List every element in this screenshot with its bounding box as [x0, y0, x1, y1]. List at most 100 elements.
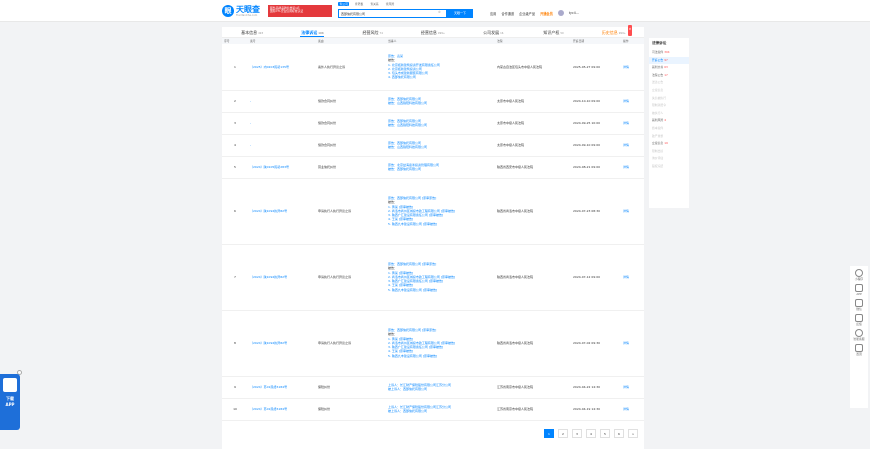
party-line[interactable]: 被告：山西锦阳科技有限公司	[388, 101, 493, 105]
party-line[interactable]: 5. 陕西九丰建设有限公司 [原审被告]	[388, 288, 493, 292]
nav-apps[interactable]: 应用	[490, 11, 496, 16]
sidenav-item[interactable]: 法院公告17	[649, 72, 689, 80]
case-number[interactable]: （2024）陕0105民初283号	[248, 156, 316, 179]
case-number[interactable]: -	[248, 134, 316, 157]
app-button[interactable]: APP	[855, 284, 863, 296]
sidenav-item[interactable]: 失信被执行	[649, 95, 689, 103]
sidenav-item[interactable]: 限制出境	[649, 148, 689, 156]
tab-business-info[interactable]: 经营信息999+	[403, 27, 463, 37]
case-number[interactable]: （2025）内0203民初135号	[248, 44, 316, 91]
sidenav-item[interactable]: 终本案件	[649, 125, 689, 133]
case-cause: 案外人执行异议之诉	[316, 44, 386, 91]
court-name: 太原市中级人民法院	[495, 90, 571, 113]
detail-link[interactable]: 详情	[621, 244, 644, 311]
case-number[interactable]: -	[248, 90, 316, 113]
detail-link[interactable]: 详情	[621, 134, 644, 157]
detail-link[interactable]: 详情	[621, 398, 644, 421]
party-line[interactable]: 被告：山西锦阳科技有限公司	[388, 123, 493, 127]
search-tab-boss[interactable]: 查老板	[353, 2, 364, 6]
sidenav-item[interactable]: 破产重整	[649, 133, 689, 141]
wechat-button[interactable]: 微信	[855, 299, 863, 311]
detail-link[interactable]: 详情	[621, 90, 644, 113]
session-date: 2024-08-21 09:00	[571, 156, 621, 179]
search-input[interactable]: 西部信托有限公司	[338, 9, 447, 18]
sidenav-item[interactable]: 司法案件304	[649, 49, 689, 57]
detail-link[interactable]: 详情	[621, 112, 644, 135]
party-line[interactable]: 被上诉人：西部信托有限公司	[388, 387, 493, 391]
nav-cooperation[interactable]: 合作通道	[501, 11, 514, 16]
sidenav-item[interactable]: 限制消费令	[649, 102, 689, 110]
sidenav-item[interactable]: 送达公告	[649, 79, 689, 87]
sidenav-item[interactable]: 立案信息	[649, 87, 689, 95]
case-number[interactable]: （2024）苏01民终5184号	[248, 376, 316, 399]
case-number[interactable]: （2024）陕1092执异82号	[248, 244, 316, 311]
mini-program-button[interactable]: 小程序	[855, 269, 863, 281]
party-line[interactable]: 被上诉人：西部信托有限公司	[388, 409, 493, 413]
next-page-button[interactable]: >	[628, 429, 638, 438]
tab-business-risk[interactable]: 经营风险74	[343, 27, 403, 37]
nav-user[interactable]: tyc4...	[569, 11, 579, 15]
app-download-float[interactable]: 下载 APP	[0, 374, 20, 430]
row-no: 7	[222, 244, 248, 311]
sidenav-item[interactable]: 股权冻结	[649, 163, 689, 171]
qr-icon	[855, 299, 863, 307]
search-tab-company[interactable]: 查公司	[338, 2, 350, 6]
search-button[interactable]: 天眼一下	[447, 9, 473, 18]
feedback-button[interactable]: 反馈	[855, 314, 863, 326]
sidenav-item-count: 304	[664, 50, 670, 54]
sidenav-item[interactable]: 被执行人	[649, 110, 689, 118]
case-number[interactable]: （2024）陕1092执异82号	[248, 178, 316, 245]
tab-development[interactable]: 公司发展16	[463, 27, 523, 37]
detail-link[interactable]: 详情	[621, 310, 644, 377]
search-tab-risk[interactable]: 查风险	[384, 2, 395, 6]
sidenav-item[interactable]: 开庭公告97	[649, 56, 689, 65]
rb-label: 智能客服	[853, 337, 865, 341]
parties-cell: 原告：袁某 被告： 1. 北京拓新建筑投资开发有限责任公司 2. 北京拓新建筑投资公司…	[386, 44, 495, 91]
page-3[interactable]: 3	[572, 429, 582, 438]
tab-litigation[interactable]: 法律诉讼196	[282, 27, 342, 37]
page-6[interactable]: 6	[614, 429, 624, 438]
party-line[interactable]: 5. 陕西九丰建设有限公司 [原审被告]	[388, 354, 493, 358]
feedback-icon	[855, 314, 863, 322]
party-line[interactable]: 4. 西部信托有限公司	[388, 75, 493, 79]
detail-link[interactable]: 详情	[621, 376, 644, 399]
nav-vip[interactable]: 开通会员	[540, 11, 553, 16]
back-to-top-button[interactable]: 置顶	[855, 344, 863, 356]
avatar[interactable]	[557, 10, 564, 16]
promo-banner[interactable]: 服务品牌品牌信誉第1名 国际CTL企业信用标准认证	[268, 5, 332, 17]
case-number[interactable]: （2024）陕1092执异82号	[248, 310, 316, 377]
sidenav-item-label: 裁判文书	[652, 65, 664, 70]
party-line[interactable]: 被告：西部信托有限公司	[388, 167, 493, 171]
case-number[interactable]: （2024）苏01民终5184号	[248, 398, 316, 421]
detail-link[interactable]: 详情	[621, 44, 644, 91]
page-1[interactable]: 1	[544, 429, 554, 438]
customer-service-button[interactable]: 智能客服	[853, 329, 865, 341]
tab-basic-info[interactable]: 基本信息493	[222, 27, 282, 37]
sidenav-item-label: 立案信息	[652, 141, 664, 146]
sidenav-item[interactable]: 裁判风险4	[649, 117, 689, 125]
table-row: 9 （2024）苏01民终5184号 保险纠纷 上诉人：长江财产保险股份有限公司江苏分…	[222, 376, 644, 399]
sidenav-item[interactable]: 裁判文书63	[649, 64, 689, 72]
case-number[interactable]: -	[248, 112, 316, 135]
page-4[interactable]: 4	[586, 429, 596, 438]
page-5[interactable]: 5	[600, 429, 610, 438]
sidenav-item-label: 股权冻结	[652, 163, 664, 168]
logo[interactable]: 眼 天眼查 TianYanCha.com	[222, 4, 260, 18]
nav-enterprise[interactable]: 企业级产品	[519, 11, 535, 16]
logo-subtext: TianYanCha.com	[236, 14, 258, 17]
case-cause: 借款合同纠纷	[316, 112, 386, 135]
detail-link[interactable]: 详情	[621, 156, 644, 179]
sidenav-item[interactable]: 立案信息19	[649, 140, 689, 148]
party-line[interactable]: 被告：山西锦阳科技有限公司	[388, 145, 493, 149]
tab-ip[interactable]: 知识产权50	[523, 27, 583, 37]
tab-history[interactable]: 历史信息999+ 新	[584, 25, 644, 37]
party-line[interactable]: 5. 陕西九丰建设有限公司 [原审被告]	[388, 222, 493, 226]
row-no: 4	[222, 134, 248, 157]
detail-link[interactable]: 详情	[621, 178, 644, 245]
clear-icon[interactable]: ⊗	[438, 10, 441, 14]
headset-icon	[854, 329, 863, 337]
sidenav-item[interactable]: 询价评估	[649, 155, 689, 163]
top-header: 眼 天眼查 TianYanCha.com 服务品牌品牌信誉第1名 国际CTL企业…	[0, 0, 870, 22]
search-tab-relation[interactable]: 查关系	[369, 2, 380, 6]
page-2[interactable]: 2	[558, 429, 568, 438]
